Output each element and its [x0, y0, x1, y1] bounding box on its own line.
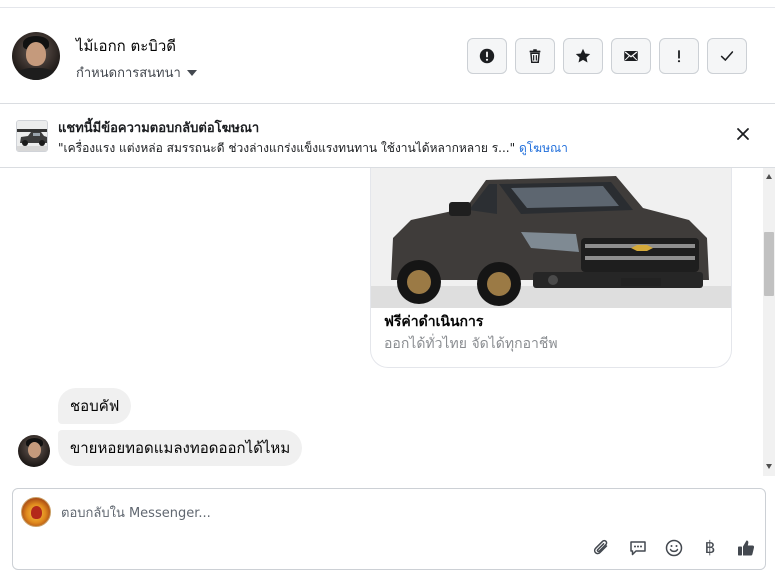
trash-icon	[529, 49, 541, 64]
conversation-settings-label: กำหนดการสนทนา	[76, 66, 181, 81]
ad-quote: "เครื่องแรง แต่งหล่อ สมรรถนะดี ช่วงล่างแ…	[58, 141, 516, 155]
close-banner-button[interactable]	[732, 123, 754, 145]
message-bubble[interactable]: ชอบคัฟ	[58, 388, 132, 424]
view-ad-link[interactable]: ดูโฆษณา	[519, 141, 568, 155]
avatar-shirt	[16, 68, 56, 80]
chat-bubble-icon	[630, 541, 646, 556]
exclamation-circle-icon	[479, 48, 495, 64]
ad-card-subtitle: ออกได้ทั่วไทย จัดได้ทุกอาชีพ	[384, 336, 558, 352]
pickup-truck-thumbnail	[17, 121, 47, 151]
star-button[interactable]	[563, 38, 603, 74]
header-actions	[467, 38, 747, 74]
ad-banner-title: แชทนี้มีข้อความตอบกลับต่อโฆษณา	[58, 121, 260, 136]
pickup-truck-image	[371, 168, 731, 308]
scrollbar-thumb[interactable]	[764, 232, 774, 296]
page-avatar-figure	[31, 506, 42, 519]
attach-button[interactable]	[589, 535, 615, 561]
delete-button[interactable]	[515, 38, 555, 74]
ad-thumbnail[interactable]	[16, 120, 48, 152]
caret-down-icon	[186, 69, 197, 76]
paperclip-icon	[593, 539, 608, 555]
reply-composer: ฿	[12, 488, 766, 570]
like-button[interactable]	[733, 535, 759, 561]
avatar-face	[28, 442, 41, 458]
ad-card-title: ฟรีค่าดำเนินการ	[384, 314, 484, 330]
scroll-up-arrow-icon[interactable]	[766, 174, 772, 179]
mark-done-button[interactable]	[707, 38, 747, 74]
close-icon	[737, 128, 749, 140]
saved-replies-button[interactable]	[625, 535, 651, 561]
message-bubble[interactable]: ขายหอยทอดแมลงทอดออกได้ไหม	[58, 430, 303, 466]
mark-unread-button[interactable]	[611, 38, 651, 74]
scroll-down-arrow-icon[interactable]	[766, 464, 772, 469]
contact-name[interactable]: ไม้เอกก ตะบิวดี	[76, 34, 176, 58]
thumbs-up-icon	[738, 540, 755, 556]
avatar-face	[26, 42, 46, 66]
checkmark-icon	[720, 51, 734, 61]
ad-banner-text: "เครื่องแรง แต่งหล่อ สมรรถนะดี ช่วงล่างแ…	[58, 139, 568, 158]
ad-reply-banner: แชทนี้มีข้อความตอบกลับต่อโฆษณา "เครื่องแ…	[0, 104, 775, 168]
emoji-button[interactable]	[661, 535, 687, 561]
page-avatar	[21, 497, 51, 527]
important-button[interactable]	[659, 38, 699, 74]
conversation-header: ไม้เอกก ตะบิวดี กำหนดการสนทนา	[0, 8, 775, 104]
thread-scrollbar[interactable]	[763, 168, 775, 476]
star-icon	[575, 48, 591, 63]
conversation-settings-dropdown[interactable]: กำหนดการสนทนา	[76, 62, 197, 83]
composer-tools: ฿	[589, 535, 759, 561]
smiley-icon	[665, 539, 683, 557]
contact-avatar[interactable]	[12, 32, 60, 80]
reply-input[interactable]	[61, 503, 661, 523]
exclamation-icon	[677, 50, 681, 63]
top-strip	[0, 0, 775, 8]
sender-avatar[interactable]	[18, 435, 50, 467]
message-thread: ฟรีค่าดำเนินการ ออกได้ทั่วไทย จัดได้ทุกอ…	[0, 168, 775, 476]
alert-button[interactable]	[467, 38, 507, 74]
envelope-icon	[624, 51, 638, 61]
payment-button[interactable]: ฿	[697, 535, 723, 561]
ad-card[interactable]: ฟรีค่าดำเนินการ ออกได้ทั่วไทย จัดได้ทุกอ…	[370, 168, 732, 368]
ad-card-image	[371, 168, 731, 308]
